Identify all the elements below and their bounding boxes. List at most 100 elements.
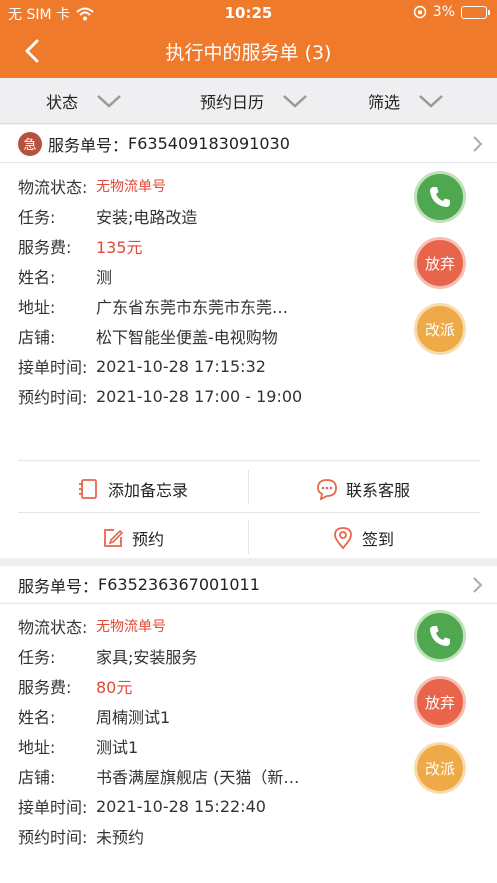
task-value: 家具;安装服务 <box>96 648 198 667</box>
abandon-button[interactable]: 放弃 <box>414 676 466 728</box>
accept-time-value: 2021-10-28 15:22:40 <box>96 796 266 816</box>
shop-value: 书香满屋旗舰店 (天猫（新… <box>96 768 300 787</box>
checkin-button[interactable]: 签到 <box>332 526 394 550</box>
battery-percent: 3% <box>432 4 455 20</box>
field-label: 物流状态: <box>18 618 88 637</box>
order-header[interactable]: 急 服务单号： F635409183091030 <box>0 125 497 163</box>
reassign-button[interactable]: 改派 <box>414 303 466 355</box>
chat-icon <box>317 479 337 500</box>
appointment-button[interactable]: 预约 <box>102 526 164 550</box>
field-label: 店铺: <box>18 768 56 787</box>
divider <box>248 520 249 554</box>
battery-icon <box>461 5 490 19</box>
task-row: 任务: 家具;安装服务 <box>18 641 299 671</box>
top-bar: 无 SIM 卡 10:25 3% 执行中的服务单 (3) <box>0 0 497 78</box>
address-value: 测试1 <box>96 738 139 757</box>
shop-row: 店铺: 松下智能坐便盖-电视购物 <box>18 321 302 351</box>
task-row: 任务: 安装;电路改造 <box>18 201 302 231</box>
divider <box>18 512 480 513</box>
name-row: 姓名: 测 <box>18 261 302 291</box>
fee-row: 服务费: 135元 <box>18 231 302 261</box>
field-label: 姓名: <box>18 708 56 727</box>
name-row: 姓名: 周楠测试1 <box>18 701 299 731</box>
shop-row: 店铺: 书香满屋旗舰店 (天猫（新… <box>18 761 299 791</box>
add-memo-label: 添加备忘录 <box>108 481 189 500</box>
filter-screen[interactable]: 筛选 <box>368 78 444 124</box>
phone-icon <box>430 626 450 646</box>
chevron-right-icon <box>473 136 483 152</box>
checkin-label: 签到 <box>362 530 395 549</box>
edit-icon <box>104 529 124 547</box>
field-label: 地址: <box>18 298 56 317</box>
field-label: 任务: <box>18 648 56 667</box>
fee-value: 80元 <box>96 678 133 697</box>
call-button[interactable] <box>414 610 466 662</box>
orientation-lock-icon <box>413 5 427 19</box>
phone-icon <box>430 187 450 207</box>
task-value: 安装;电路改造 <box>96 208 198 227</box>
filter-status-label: 状态 <box>46 93 79 112</box>
appointment-time-row: 预约时间: 未预约 <box>18 821 299 851</box>
urgent-badge: 急 <box>18 131 42 156</box>
accept-time-row: 接单时间: 2021-10-28 17:15:32 <box>18 351 302 381</box>
reassign-button[interactable]: 改派 <box>414 742 466 794</box>
appointment-time-value: 2021-10-28 17:00 - 19:00 <box>96 386 303 406</box>
abandon-button[interactable]: 放弃 <box>414 237 466 289</box>
contact-service-label: 联系客服 <box>346 481 411 500</box>
field-label: 店铺: <box>18 328 56 347</box>
field-label: 物流状态: <box>18 178 88 197</box>
appointment-label: 预约 <box>132 530 165 549</box>
address-value: 广东省东莞市东莞市东莞… <box>96 298 289 317</box>
filter-calendar[interactable]: 预约日历 <box>200 78 308 124</box>
shop-value: 松下智能坐便盖-电视购物 <box>96 328 278 347</box>
order-number-label: 服务单号： <box>48 135 129 155</box>
order-card[interactable]: 服务单号： F635236367001011 物流状态: 无物流单号 任务: 家具;… <box>0 566 497 883</box>
filter-screen-label: 筛选 <box>368 93 401 112</box>
order-number: F635409183091030 <box>128 134 290 153</box>
field-label: 服务费: <box>18 678 72 697</box>
field-label: 任务: <box>18 208 56 227</box>
filter-status[interactable]: 状态 <box>46 78 122 124</box>
call-button[interactable] <box>414 171 466 223</box>
filter-bar: 状态 预约日历 筛选 <box>0 78 497 124</box>
name-value: 周楠测试1 <box>96 708 171 727</box>
page-title: 执行中的服务单 (3) <box>165 42 332 64</box>
logistics-row: 物流状态: 无物流单号 <box>18 611 299 641</box>
logistics-row: 物流状态: 无物流单号 <box>18 171 302 201</box>
location-pin-icon <box>334 527 352 550</box>
accept-time-value: 2021-10-28 17:15:32 <box>96 356 266 376</box>
contact-service-button[interactable]: 联系客服 <box>316 477 410 501</box>
chevron-right-icon <box>473 577 483 593</box>
order-number-label: 服务单号： <box>18 576 99 596</box>
field-label: 地址: <box>18 738 56 757</box>
chevron-down-icon <box>283 95 307 108</box>
appointment-time-row: 预约时间: 2021-10-28 17:00 - 19:00 <box>18 381 302 411</box>
card-separator <box>0 558 497 566</box>
appointment-time-value: 未预约 <box>96 828 145 847</box>
field-label: 服务费: <box>18 238 72 257</box>
memo-icon <box>79 479 97 499</box>
name-value: 测 <box>96 268 113 287</box>
field-label: 预约时间: <box>18 388 88 407</box>
fee-row: 服务费: 80元 <box>18 671 299 701</box>
divider <box>18 460 480 461</box>
field-label: 接单时间: <box>18 358 88 377</box>
field-label: 预约时间: <box>18 828 88 847</box>
order-actions: 添加备忘录 联系客服 预约 签到 <box>0 460 497 558</box>
divider <box>248 470 249 504</box>
filter-calendar-label: 预约日历 <box>200 93 265 112</box>
address-row: 地址: 测试1 <box>18 731 299 761</box>
status-bar: 无 SIM 卡 10:25 3% <box>0 0 497 26</box>
address-row: 地址: 广东省东莞市东莞市东莞… <box>18 291 302 321</box>
add-memo-button[interactable]: 添加备忘录 <box>78 477 188 501</box>
fee-value: 135元 <box>96 238 143 257</box>
chevron-down-icon <box>419 95 443 108</box>
logistics-status: 无物流单号 <box>96 179 166 195</box>
logistics-status: 无物流单号 <box>96 619 166 635</box>
order-number: F635236367001011 <box>98 575 260 594</box>
accept-time-row: 接单时间: 2021-10-28 15:22:40 <box>18 791 299 821</box>
chevron-down-icon <box>97 95 121 108</box>
field-label: 姓名: <box>18 268 56 287</box>
field-label: 接单时间: <box>18 798 88 817</box>
order-header[interactable]: 服务单号： F635236367001011 <box>0 566 497 604</box>
